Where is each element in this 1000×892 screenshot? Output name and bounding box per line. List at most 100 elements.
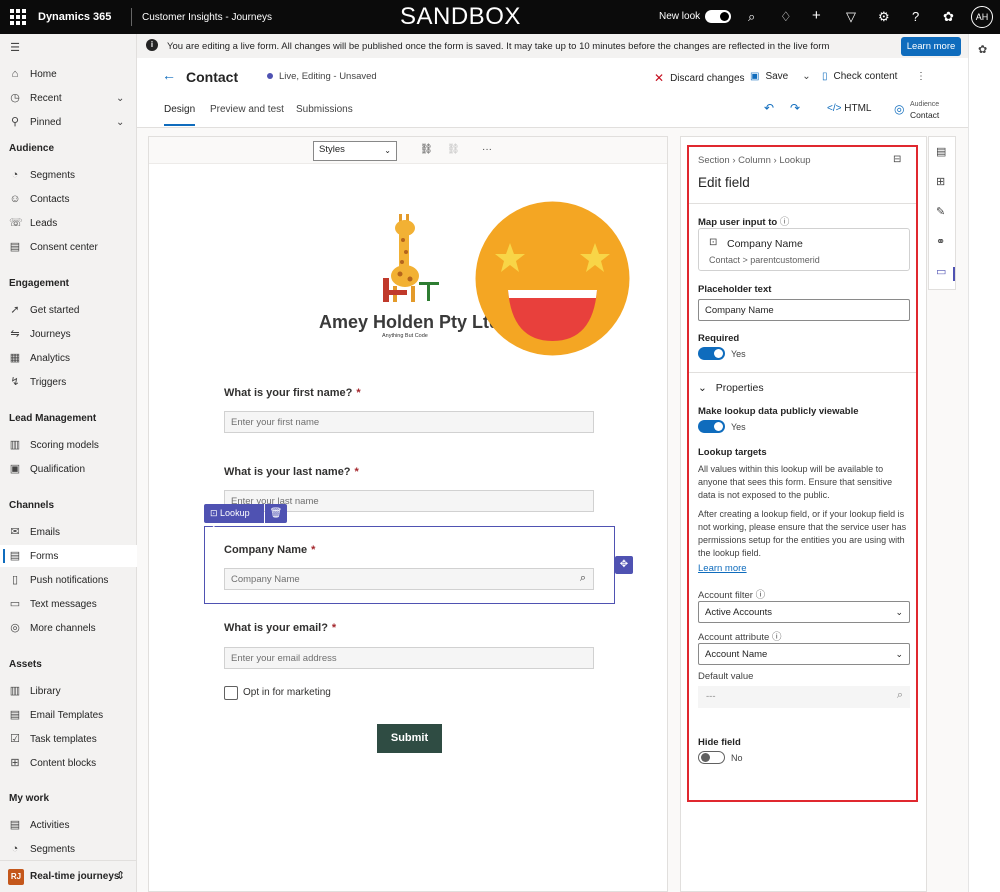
hamburger-icon[interactable]: ☰ <box>9 42 21 54</box>
sidebar-item-get-started[interactable]: ➚ Get started <box>0 299 137 321</box>
filter-icon[interactable]: ▽ <box>846 9 856 25</box>
chevron-down-icon: ⌄ <box>210 519 218 529</box>
placeholder-input[interactable]: Company Name <box>698 299 910 321</box>
chevron-down-icon[interactable]: ⌄ <box>116 117 124 128</box>
audience-value: Contact <box>910 110 940 120</box>
check-content-button[interactable]: ▯ Check content <box>822 71 897 82</box>
sidebar-item-label: Segments <box>30 843 76 855</box>
copilot-icon[interactable]: ✿ <box>943 9 954 25</box>
search-icon[interactable]: ⌕ <box>580 572 586 585</box>
tab-design[interactable]: Design <box>164 104 196 126</box>
sidebar-item-leads[interactable]: ☏ Leads <box>0 212 137 234</box>
info-icon[interactable]: ⓘ <box>756 590 766 601</box>
email-input[interactable]: Enter your email address <box>224 647 594 669</box>
gear-icon[interactable]: ⚙ <box>878 9 890 25</box>
submit-button[interactable]: Submit <box>377 724 442 753</box>
optin-checkbox[interactable] <box>224 686 238 700</box>
sidebar-item-segments-mywork[interactable]: ◔ Segments <box>0 838 137 860</box>
breadcrumb-item[interactable]: Section <box>698 155 730 166</box>
hide-field-toggle[interactable] <box>698 751 725 764</box>
first-name-input[interactable]: Enter your first name <box>224 411 594 433</box>
move-icon[interactable]: ✥ <box>615 556 633 574</box>
field-properties-icon[interactable]: ▭ <box>936 265 946 278</box>
lookup-tag[interactable]: ⊡ Lookup ⌄ <box>204 504 264 529</box>
chevron-down-icon: ⌄ <box>895 607 903 617</box>
account-attribute-select[interactable]: Account Name ⌄ <box>698 643 910 665</box>
mapped-attribute-card[interactable]: ⊡ Company Name Contact > parentcustomeri… <box>698 228 910 271</box>
chevron-down-icon: ⌄ <box>895 649 903 659</box>
sidebar-menu[interactable]: ☰ <box>0 37 137 59</box>
new-look-toggle[interactable] <box>705 10 731 23</box>
app-launcher-icon[interactable] <box>10 9 26 25</box>
sidebar-item-library[interactable]: ▥ Library <box>0 680 137 702</box>
sidebar-item-activities[interactable]: ▤ Activities <box>0 814 137 836</box>
add-element-icon[interactable]: ▤ <box>936 145 946 158</box>
avatar[interactable]: AH <box>971 6 993 28</box>
sidebar-item-qualification[interactable]: ▣ Qualification <box>0 458 137 480</box>
add-section-icon[interactable]: ⊞ <box>936 175 945 188</box>
app-name[interactable]: Customer Insights - Journeys <box>142 12 272 23</box>
info-icon[interactable]: ⓘ <box>780 217 790 228</box>
properties-section-header[interactable]: ⌄ Properties <box>698 382 764 394</box>
sidebar-item-forms[interactable]: ▤ Forms <box>0 545 137 567</box>
account-filter-select[interactable]: Active Accounts ⌄ <box>698 601 910 623</box>
sidebar-item-consent[interactable]: ▤ Consent center <box>0 236 137 258</box>
save-button[interactable]: ▣ Save ⌄ <box>750 71 811 82</box>
learn-more-button[interactable]: Learn more <box>901 37 961 56</box>
undo-icon[interactable]: ↶ <box>764 101 774 115</box>
styles-select[interactable]: Styles ⌄ <box>313 141 397 161</box>
template-icon: ▤ <box>9 709 21 721</box>
sidebar-item-journeys[interactable]: ⇋ Journeys <box>0 323 137 345</box>
link-icon[interactable]: ⛓ <box>420 144 433 155</box>
sidebar-item-more-channels[interactable]: ◎ More channels <box>0 617 137 639</box>
back-arrow-icon[interactable]: ← <box>162 67 176 83</box>
area-switcher[interactable]: RJ Real-time journeys ⇕ <box>0 860 137 892</box>
sidebar-item-emails[interactable]: ✉ Emails <box>0 521 137 543</box>
sidebar-item-contacts[interactable]: ☺ Contacts <box>0 188 137 210</box>
sidebar-item-content-blocks[interactable]: ⊞ Content blocks <box>0 752 137 774</box>
more-options-icon[interactable]: ⋮ <box>916 71 926 82</box>
selected-field-frame[interactable] <box>204 526 615 604</box>
sidebar-item-analytics[interactable]: ▦ Analytics <box>0 347 137 369</box>
tab-submissions[interactable]: Submissions <box>296 104 353 115</box>
sidebar-item-segments[interactable]: ◔ Segments <box>0 164 137 186</box>
sidebar-item-home[interactable]: ⌂ Home <box>0 63 137 85</box>
chevron-down-icon[interactable]: ⌄ <box>802 71 810 82</box>
lightbulb-icon[interactable]: ♢ <box>780 9 792 25</box>
audience-selector[interactable]: Audience Contact <box>910 100 939 120</box>
map-input-label-text: Map user input to <box>698 217 778 228</box>
plus-icon[interactable]: + <box>812 7 821 24</box>
delete-icon[interactable]: 🗑 <box>265 504 287 523</box>
sidebar-item-label: Journeys <box>30 328 71 340</box>
company-lookup-input[interactable]: Company Name ⌕ <box>224 568 594 590</box>
sidebar-item-text[interactable]: ▭ Text messages <box>0 593 137 615</box>
sidebar-item-recent[interactable]: ◷ Recent ⌄ <box>0 87 137 109</box>
breadcrumb-item[interactable]: Column <box>738 155 771 166</box>
lookup-icon: ⊡ <box>210 508 221 518</box>
info-icon[interactable]: ⓘ <box>772 632 782 643</box>
required-toggle[interactable] <box>698 347 725 360</box>
redo-icon[interactable]: ↷ <box>790 101 800 115</box>
sidebar-item-task-templates[interactable]: ☑ Task templates <box>0 728 137 750</box>
sidebar-item-push[interactable]: ▯ Push notifications <box>0 569 137 591</box>
sidebar-item-pinned[interactable]: ⚲ Pinned ⌄ <box>0 111 137 133</box>
search-icon[interactable]: ⌕ <box>748 9 755 25</box>
sidebar-item-label: Text messages <box>30 598 97 610</box>
form-header: ← Contact Live, Editing - Unsaved ✕ Disca… <box>137 58 968 128</box>
discard-button[interactable]: ✕ Discard changes <box>654 71 745 85</box>
sidebar-item-scoring[interactable]: ▥ Scoring models <box>0 434 137 456</box>
sidebar-item-email-templates[interactable]: ▤ Email Templates <box>0 704 137 726</box>
help-icon[interactable]: ? <box>912 9 919 24</box>
tab-preview[interactable]: Preview and test <box>210 104 284 115</box>
chevron-updown-icon[interactable]: ⇕ <box>116 869 125 882</box>
personalization-icon[interactable]: ⚭ <box>936 235 945 248</box>
learn-more-link[interactable]: Learn more <box>698 563 747 574</box>
public-toggle[interactable] <box>698 420 725 433</box>
copilot-icon[interactable]: ✿ <box>978 43 987 56</box>
collapse-panel-icon[interactable]: ⊟ <box>893 154 901 165</box>
more-horizontal-icon[interactable]: ··· <box>482 144 492 155</box>
paintbrush-icon[interactable]: ✎ <box>936 205 945 218</box>
chevron-down-icon[interactable]: ⌄ <box>116 93 124 104</box>
html-button[interactable]: </> HTML <box>827 103 871 114</box>
sidebar-item-triggers[interactable]: ↯ Triggers <box>0 371 137 393</box>
